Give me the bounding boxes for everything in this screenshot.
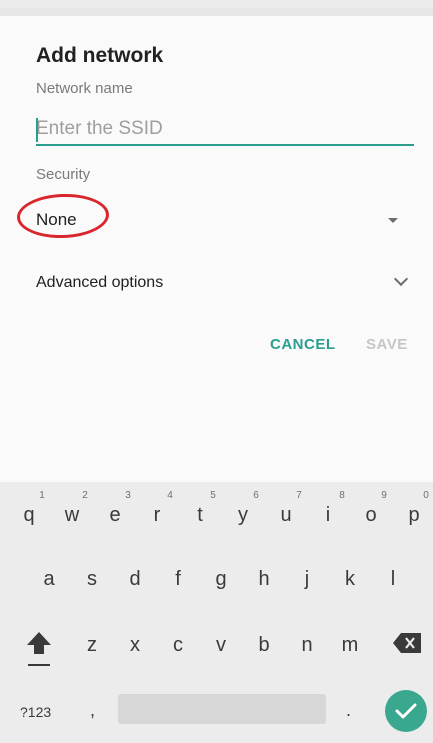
key-h[interactable]: h — [249, 564, 279, 594]
key-u[interactable]: u — [271, 500, 301, 530]
key-b[interactable]: b — [249, 630, 279, 660]
hint-5: 5 — [210, 490, 216, 501]
advanced-options-label: Advanced options — [36, 274, 164, 291]
add-network-dialog: Add network Network name Security None A… — [0, 8, 433, 482]
key-w[interactable]: w — [57, 500, 87, 530]
hint-3: 3 — [125, 490, 131, 501]
key-d[interactable]: d — [120, 564, 150, 594]
save-button[interactable]: SAVE — [366, 336, 408, 353]
hint-8: 8 — [339, 490, 345, 501]
key-f[interactable]: f — [163, 564, 193, 594]
key-j[interactable]: j — [292, 564, 322, 594]
hint-2: 2 — [82, 490, 88, 501]
key-k[interactable]: k — [335, 564, 365, 594]
ssid-input[interactable] — [36, 114, 414, 146]
key-i[interactable]: i — [313, 500, 343, 530]
hint-9: 9 — [381, 490, 387, 501]
hint-0: 0 — [423, 490, 429, 501]
key-s[interactable]: s — [77, 564, 107, 594]
text-cursor — [36, 118, 38, 142]
backspace-icon[interactable] — [392, 632, 422, 654]
network-name-label: Network name — [36, 80, 133, 97]
key-x[interactable]: x — [120, 630, 150, 660]
shift-icon[interactable] — [24, 630, 54, 670]
key-g[interactable]: g — [206, 564, 236, 594]
key-v[interactable]: v — [206, 630, 236, 660]
key-a[interactable]: a — [34, 564, 64, 594]
space-bar[interactable] — [118, 694, 326, 724]
hint-4: 4 — [167, 490, 173, 501]
comma-key[interactable]: , — [90, 700, 95, 721]
key-q[interactable]: q — [14, 500, 44, 530]
dialog-title: Add network — [36, 44, 164, 67]
key-z[interactable]: z — [77, 630, 107, 660]
enter-button[interactable] — [385, 690, 427, 732]
key-n[interactable]: n — [292, 630, 322, 660]
key-t[interactable]: t — [185, 500, 215, 530]
chevron-down-icon — [393, 271, 409, 287]
key-m[interactable]: m — [335, 630, 365, 660]
security-label: Security — [36, 166, 91, 183]
dropdown-arrow-icon — [388, 218, 398, 223]
period-key[interactable]: . — [346, 700, 351, 721]
top-divider — [0, 8, 433, 16]
key-r[interactable]: r — [142, 500, 172, 530]
checkmark-icon — [395, 703, 417, 719]
hint-1: 1 — [39, 490, 45, 501]
advanced-options-toggle[interactable]: Advanced options — [36, 270, 412, 298]
key-o[interactable]: o — [356, 500, 386, 530]
hint-6: 6 — [253, 490, 259, 501]
key-y[interactable]: y — [228, 500, 258, 530]
key-l[interactable]: l — [378, 564, 408, 594]
symbols-key[interactable]: ?123 — [20, 704, 51, 720]
key-c[interactable]: c — [163, 630, 193, 660]
cancel-button[interactable]: CANCEL — [270, 336, 336, 353]
hint-7: 7 — [296, 490, 302, 501]
key-e[interactable]: e — [100, 500, 130, 530]
key-p[interactable]: p — [399, 500, 429, 530]
